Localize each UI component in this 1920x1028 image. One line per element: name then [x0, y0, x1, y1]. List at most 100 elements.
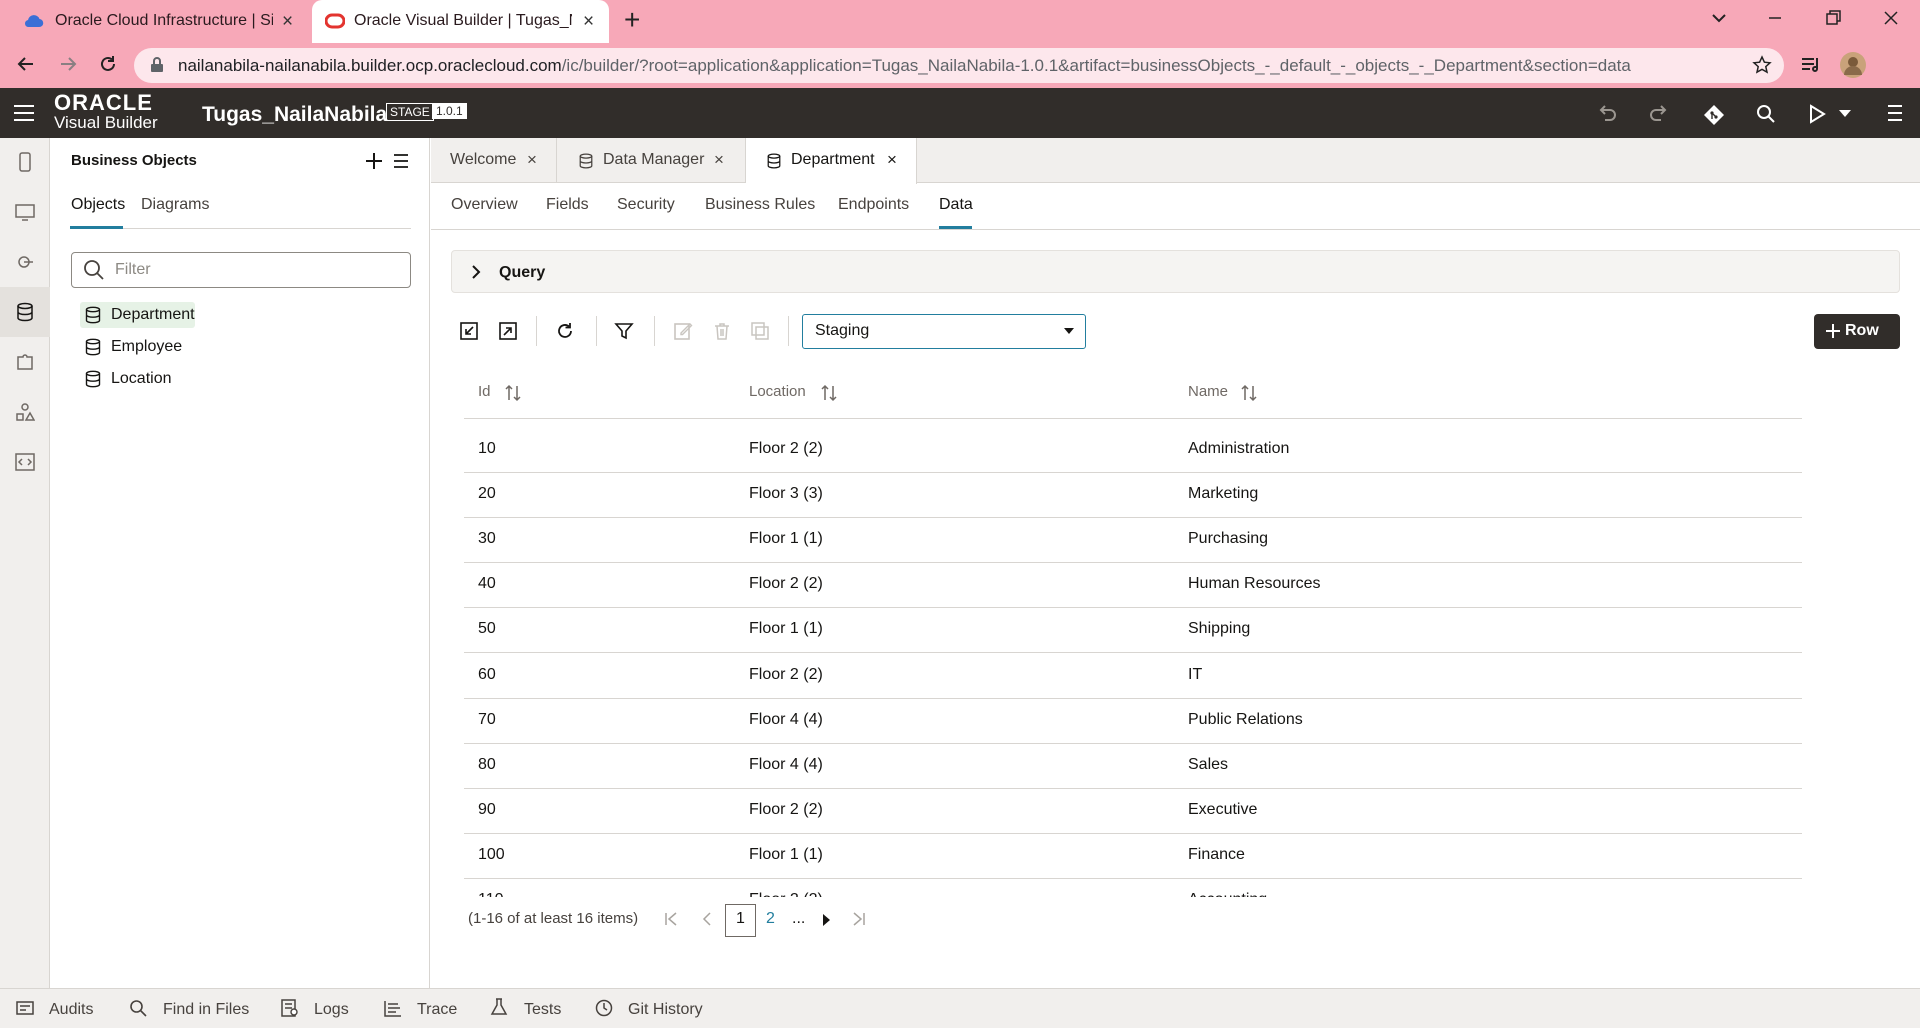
tab-search-chevron-icon[interactable] — [1710, 9, 1728, 27]
tests-button[interactable]: Tests — [524, 1001, 561, 1019]
forward-arrow-icon[interactable] — [58, 54, 78, 74]
tab-fields[interactable]: Fields — [546, 196, 589, 214]
table-row[interactable]: 110 Floor 2 (2) Accounting — [451, 879, 1911, 897]
sort-icon[interactable] — [1241, 384, 1257, 402]
processes-icon[interactable] — [15, 402, 35, 422]
tab-department[interactable]: Department × — [746, 138, 917, 184]
tab-welcome[interactable]: Welcome × — [431, 138, 557, 183]
add-icon[interactable] — [365, 152, 383, 170]
new-tab-button[interactable]: + — [624, 6, 640, 34]
back-arrow-icon[interactable] — [16, 54, 36, 74]
browser-tab-visual-builder[interactable]: Oracle Visual Builder | Tugas_NailaNabil… — [312, 0, 609, 43]
tab-objects[interactable]: Objects — [71, 196, 125, 214]
refresh-icon[interactable] — [555, 321, 575, 341]
browser-tab-oracle-cloud[interactable]: Oracle Cloud Infrastructure | Sign In × — [0, 0, 307, 43]
table-row[interactable]: 40 Floor 2 (2) Human Resources — [451, 563, 1911, 609]
close-icon[interactable]: × — [583, 11, 594, 33]
avatar[interactable] — [1840, 52, 1866, 78]
close-icon[interactable]: × — [887, 150, 897, 170]
last-page-icon[interactable] — [852, 912, 866, 926]
chevron-right-icon[interactable] — [470, 264, 482, 280]
source-code-icon[interactable] — [15, 452, 35, 472]
restore-icon[interactable] — [1824, 9, 1842, 27]
tab-label: Welcome — [450, 151, 517, 168]
table-row[interactable]: 30 Floor 1 (1) Purchasing — [451, 518, 1911, 564]
object-item-department[interactable]: Department — [80, 302, 195, 328]
cell-id: 30 — [478, 530, 496, 548]
audits-icon[interactable] — [16, 1001, 34, 1017]
table-row[interactable]: 100 Floor 1 (1) Finance — [451, 834, 1911, 879]
business-objects-icon[interactable] — [15, 302, 35, 322]
sort-icon[interactable] — [505, 384, 521, 402]
logs-button[interactable]: Logs — [314, 1001, 349, 1019]
tab-endpoints[interactable]: Endpoints — [838, 196, 909, 214]
table-row[interactable]: 20 Floor 3 (3) Marketing — [451, 473, 1911, 519]
object-item-location[interactable]: Location — [80, 366, 195, 392]
trace-icon[interactable] — [384, 999, 402, 1017]
more-menu-icon[interactable] — [1887, 104, 1903, 122]
object-label: Location — [111, 370, 172, 387]
reading-list-icon[interactable] — [1800, 55, 1822, 75]
minimize-icon[interactable] — [1766, 9, 1784, 27]
table-row[interactable]: 10 Floor 2 (2) Administration — [451, 428, 1911, 474]
sort-icon[interactable] — [821, 384, 837, 402]
cell-location: Floor 2 (2) — [749, 800, 823, 818]
flask-icon[interactable] — [490, 998, 508, 1016]
table-row[interactable]: 60 Floor 2 (2) IT — [451, 654, 1911, 699]
tab-data-manager[interactable]: Data Manager × — [557, 138, 746, 183]
object-label: Department — [111, 306, 195, 323]
url-text[interactable]: nailanabila-nailanabila.builder.ocp.orac… — [178, 56, 1631, 76]
table-row[interactable]: 90 Floor 2 (2) Executive — [451, 789, 1911, 834]
reload-icon[interactable] — [98, 54, 118, 74]
panel-title: Business Objects — [71, 152, 197, 169]
git-history-button[interactable]: Git History — [628, 1001, 703, 1019]
previous-page-icon[interactable] — [702, 912, 712, 926]
logs-icon[interactable] — [281, 999, 299, 1017]
tab-business-rules[interactable]: Business Rules — [705, 196, 815, 214]
object-item-employee[interactable]: Employee — [80, 334, 195, 360]
components-icon[interactable] — [15, 352, 35, 372]
column-header-id[interactable]: Id — [478, 383, 491, 400]
run-dropdown-icon[interactable] — [1838, 109, 1852, 119]
panel-menu-icon[interactable] — [393, 154, 409, 168]
page-2-link[interactable]: 2 — [766, 910, 775, 928]
undo-icon[interactable] — [1596, 104, 1618, 124]
tab-diagrams[interactable]: Diagrams — [141, 196, 209, 214]
delete-icon[interactable] — [712, 321, 732, 341]
search-icon[interactable] — [129, 999, 147, 1017]
web-apps-icon[interactable] — [15, 202, 35, 222]
table-row[interactable]: 70 Floor 4 (4) Public Relations — [451, 699, 1911, 744]
table-row[interactable]: 50 Floor 1 (1) Shipping — [451, 608, 1911, 654]
mobile-apps-icon[interactable] — [15, 152, 35, 172]
filter-icon[interactable] — [614, 321, 634, 341]
audits-button[interactable]: Audits — [49, 1001, 93, 1019]
git-icon[interactable] — [1703, 104, 1725, 126]
column-header-name[interactable]: Name — [1188, 383, 1228, 400]
search-icon[interactable] — [1756, 104, 1776, 124]
services-icon[interactable] — [15, 252, 35, 272]
bookmark-star-icon[interactable] — [1752, 55, 1772, 75]
table-row[interactable]: 80 Floor 4 (4) Sales — [451, 744, 1911, 789]
close-icon[interactable]: × — [714, 150, 724, 170]
tab-security[interactable]: Security — [617, 196, 675, 214]
lock-icon[interactable] — [150, 57, 164, 73]
next-page-icon[interactable] — [821, 913, 831, 927]
edit-icon[interactable] — [673, 321, 693, 341]
query-panel[interactable] — [451, 250, 1900, 293]
first-page-icon[interactable] — [664, 912, 678, 926]
import-icon[interactable] — [459, 321, 479, 341]
trace-button[interactable]: Trace — [417, 1001, 457, 1019]
play-icon[interactable] — [1808, 104, 1826, 124]
window-close-icon[interactable] — [1882, 9, 1900, 27]
history-icon[interactable] — [595, 999, 613, 1017]
tab-overview[interactable]: Overview — [451, 196, 518, 214]
tab-data[interactable]: Data — [939, 196, 973, 214]
redo-icon[interactable] — [1648, 104, 1670, 124]
close-icon[interactable]: × — [527, 150, 537, 170]
export-icon[interactable] — [498, 321, 518, 341]
duplicate-icon[interactable] — [750, 321, 770, 341]
close-icon[interactable]: × — [282, 11, 293, 33]
find-in-files-button[interactable]: Find in Files — [163, 1001, 249, 1019]
hamburger-menu-icon[interactable] — [13, 104, 35, 122]
column-header-location[interactable]: Location — [749, 383, 806, 400]
